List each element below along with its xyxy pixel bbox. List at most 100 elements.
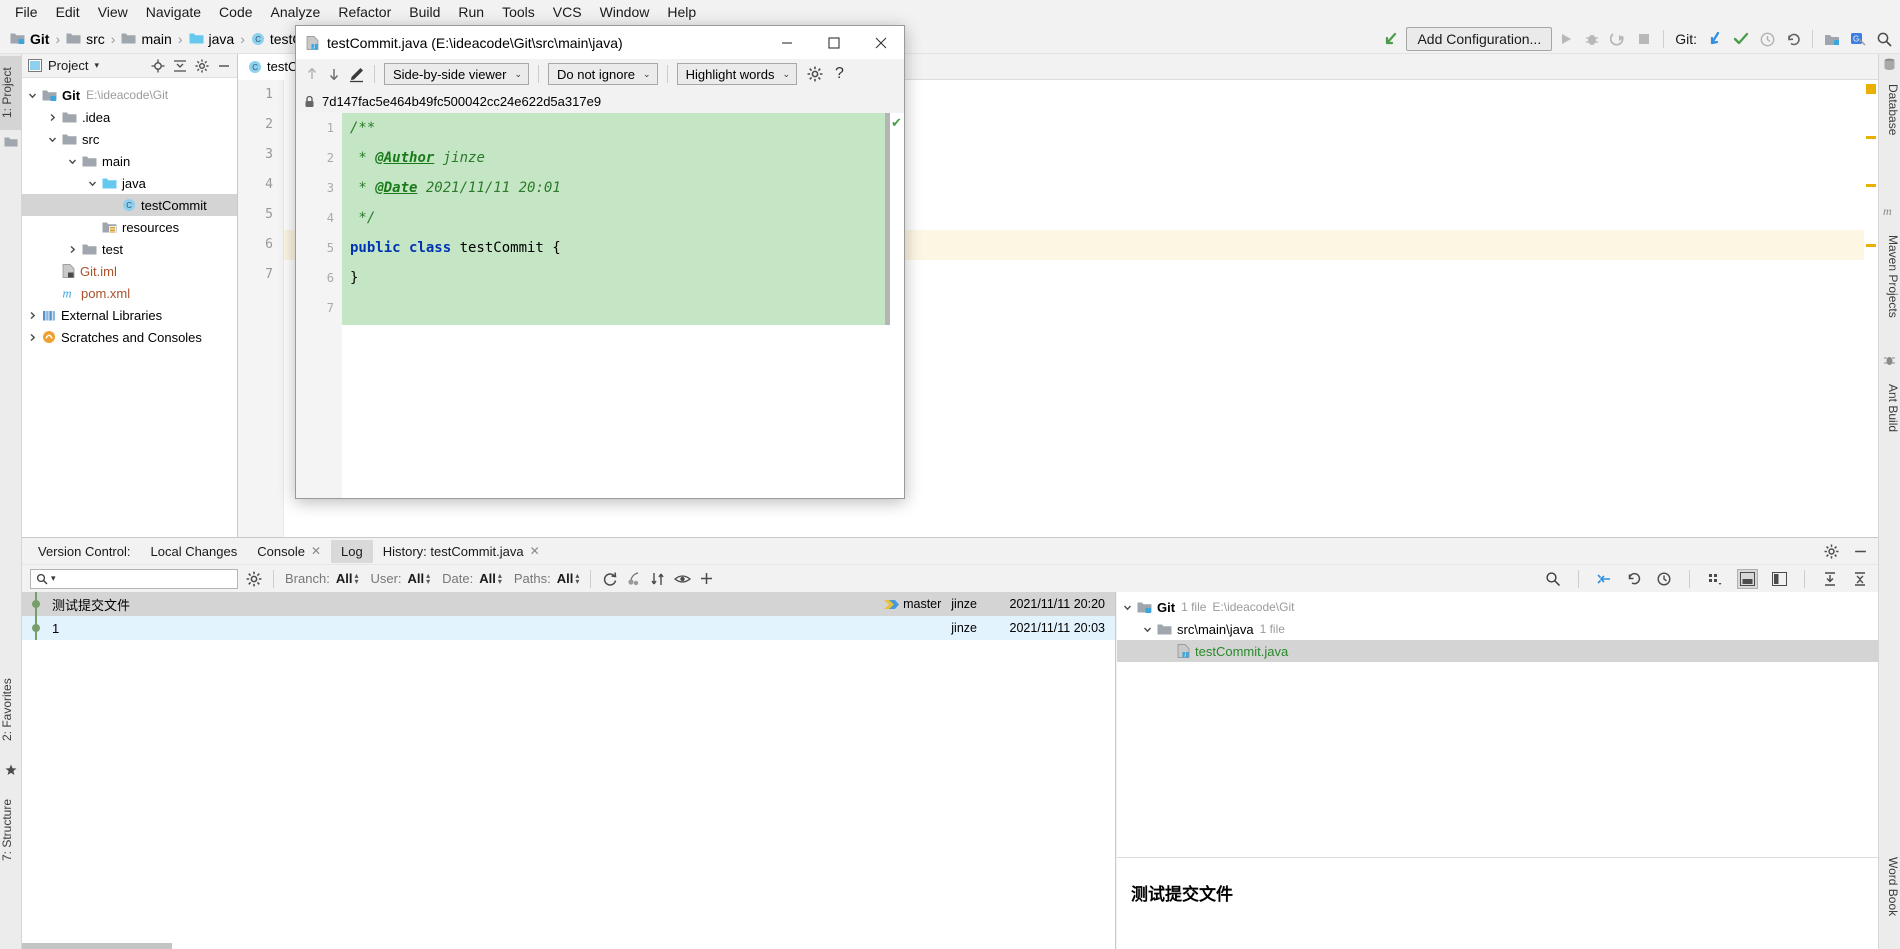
collapse-all-icon[interactable]	[173, 59, 187, 73]
tab-log[interactable]: Log	[331, 539, 373, 563]
breadcrumb-item-main[interactable]: main	[117, 29, 175, 49]
rollback-icon[interactable]	[1781, 27, 1805, 51]
spinner-icon[interactable]: ▴ ▾	[354, 571, 358, 585]
chevron-right-icon[interactable]	[68, 245, 82, 254]
sidebar-item-word-book[interactable]: Word Book	[1878, 844, 1900, 930]
filter-user[interactable]: User: All ▴ ▾	[370, 571, 430, 586]
menu-item-vcs[interactable]: VCS	[544, 1, 591, 23]
chevron-right-icon[interactable]	[48, 113, 62, 122]
commit-log-list[interactable]: 测试提交文件 master jinze 2021/11/11 20:20 1 jinze 2…	[22, 592, 1116, 949]
menu-item-navigate[interactable]: Navigate	[137, 1, 210, 23]
locate-icon[interactable]	[151, 59, 165, 73]
menu-item-window[interactable]: Window	[591, 1, 659, 23]
search-field[interactable]	[58, 571, 237, 586]
project-tree-row[interactable]: src	[22, 128, 237, 150]
menu-item-code[interactable]: Code	[210, 1, 261, 23]
maximize-button[interactable]	[810, 26, 857, 59]
run-configuration-selector[interactable]: Add Configuration...	[1406, 27, 1553, 51]
sidebar-item-project[interactable]: 1: Project	[0, 56, 22, 130]
commit-icon[interactable]	[1729, 27, 1753, 51]
changed-file-row[interactable]: src\main\java 1 file	[1117, 618, 1878, 640]
filter-paths[interactable]: Paths: All ▴ ▾	[514, 571, 580, 586]
filter-branch[interactable]: Branch: All ▴ ▾	[285, 571, 358, 586]
history-icon[interactable]	[1656, 571, 1672, 587]
menu-item-view[interactable]: View	[89, 1, 137, 23]
project-tree-row[interactable]: Git.iml	[22, 260, 237, 282]
chevron-down-icon[interactable]	[68, 157, 82, 166]
chevron-down-icon[interactable]: ▾	[51, 573, 56, 584]
breadcrumb-item-git[interactable]: Git	[6, 29, 53, 49]
project-tree-row[interactable]: test	[22, 238, 237, 260]
changed-file-row[interactable]: Git 1 file E:\ideacode\Git	[1117, 596, 1878, 618]
update-project-icon[interactable]	[1703, 27, 1727, 51]
next-difference-icon[interactable]	[326, 66, 342, 82]
tab-console[interactable]: Console ✕	[247, 540, 331, 563]
project-tree-row[interactable]: External Libraries	[22, 304, 237, 326]
sidebar-item-database[interactable]: Database	[1878, 74, 1900, 146]
gear-icon[interactable]	[195, 59, 209, 73]
translate-icon[interactable]: G	[1846, 27, 1870, 51]
whitespace-mode-select[interactable]: Do not ignore ⌄	[547, 63, 658, 85]
history-icon[interactable]	[1755, 27, 1779, 51]
debug-icon[interactable]	[1580, 27, 1604, 51]
run-icon[interactable]	[1554, 27, 1578, 51]
side-layout-icon[interactable]	[1772, 571, 1787, 586]
menu-item-tools[interactable]: Tools	[493, 1, 544, 23]
search-input[interactable]: ▾	[30, 568, 238, 589]
gear-icon[interactable]	[246, 571, 262, 587]
highlight-mode-select[interactable]: Highlight words ⌄	[676, 63, 798, 85]
bottom-layout-icon[interactable]	[1737, 568, 1758, 589]
grid-icon[interactable]	[1707, 571, 1723, 587]
project-tree-row[interactable]: .idea	[22, 106, 237, 128]
horizontal-scrollbar[interactable]	[22, 943, 172, 949]
stop-icon[interactable]	[1632, 27, 1656, 51]
menu-item-help[interactable]: Help	[658, 1, 705, 23]
menu-item-build[interactable]: Build	[400, 1, 449, 23]
breadcrumb-item-java[interactable]: java	[185, 29, 239, 49]
collapse-branch-icon[interactable]	[1596, 571, 1612, 587]
sidebar-item-maven-projects[interactable]: Maven Projects	[1878, 222, 1900, 330]
tab-local-changes[interactable]: Local Changes	[141, 540, 248, 563]
tab-history-testcommit-java[interactable]: History: testCommit.java ✕	[373, 540, 550, 563]
project-tree-row[interactable]: Git E:\ideacode\Git	[22, 84, 237, 106]
filter-date[interactable]: Date: All ▴ ▾	[442, 571, 502, 586]
sidebar-item-ant-build[interactable]: Ant Build	[1878, 372, 1900, 444]
menu-item-analyze[interactable]: Analyze	[262, 1, 330, 23]
chevron-right-icon[interactable]	[28, 333, 42, 342]
menu-item-run[interactable]: Run	[449, 1, 493, 23]
chevron-down-icon[interactable]	[48, 135, 62, 144]
project-tree-row[interactable]: java	[22, 172, 237, 194]
refresh-icon[interactable]	[602, 571, 618, 587]
close-icon[interactable]: ✕	[311, 544, 321, 558]
edit-source-icon[interactable]	[348, 66, 365, 83]
eye-icon[interactable]	[674, 572, 692, 586]
menu-item-file[interactable]: File	[6, 1, 47, 23]
spinner-icon[interactable]: ▴ ▾	[575, 571, 579, 585]
diff-code-pane[interactable]: /** * @Author jinze * @Date 2021/11/11 2…	[342, 113, 890, 498]
chevron-down-icon[interactable]	[88, 179, 102, 188]
breadcrumb-item-src[interactable]: src	[62, 29, 109, 49]
search-everywhere-icon[interactable]	[1872, 27, 1896, 51]
gear-icon[interactable]	[807, 66, 823, 82]
sidebar-item-favorites[interactable]: 2: Favorites	[0, 664, 22, 756]
coverage-icon[interactable]	[1606, 27, 1630, 51]
chevron-right-icon[interactable]	[28, 311, 42, 320]
project-structure-icon[interactable]	[1820, 27, 1844, 51]
viewer-mode-select[interactable]: Side-by-side viewer ⌄	[384, 63, 529, 85]
spinner-icon[interactable]: ▴ ▾	[498, 571, 502, 585]
chevron-down-icon[interactable]	[1123, 603, 1137, 612]
back-arrow-icon[interactable]	[1380, 27, 1404, 51]
hide-icon[interactable]	[1853, 544, 1868, 559]
diff-error-stripe[interactable]: ✔	[890, 113, 904, 498]
chevron-down-icon[interactable]: ▾	[94, 60, 99, 71]
revert-icon[interactable]	[1626, 571, 1642, 587]
add-icon[interactable]	[699, 571, 714, 586]
gear-icon[interactable]	[1824, 544, 1839, 559]
project-tree-row[interactable]: Scratches and Consoles	[22, 326, 237, 348]
commit-row[interactable]: 1 jinze 2021/11/11 20:03	[22, 616, 1115, 640]
close-icon[interactable]: ✕	[530, 544, 540, 558]
cherry-pick-icon[interactable]	[626, 571, 642, 587]
chevron-down-icon[interactable]	[1143, 625, 1157, 634]
collapse-icon[interactable]	[1852, 571, 1868, 587]
minimize-button[interactable]	[763, 26, 810, 59]
